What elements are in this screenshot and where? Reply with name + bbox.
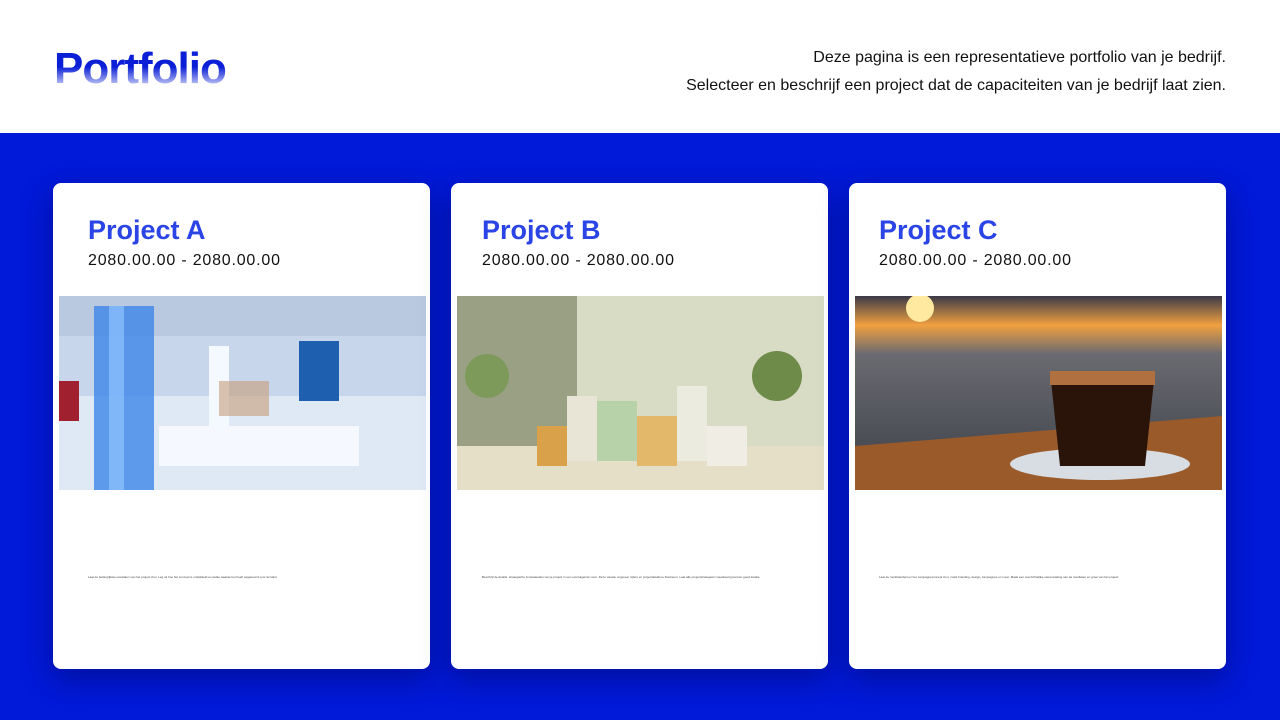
project-card-b[interactable]: Project B 2080.00.00 - 2080.00.00 Beschr… <box>451 183 828 669</box>
page-title: Portfolio <box>54 44 226 90</box>
project-date: 2080.00.00 - 2080.00.00 <box>482 252 675 269</box>
project-description: Beschrijf de details, strategische inzet… <box>482 575 761 579</box>
project-image-cosmetic-bottles <box>457 296 824 490</box>
project-date: 2080.00.00 - 2080.00.00 <box>88 252 281 269</box>
header: Portfolio Deze pagina is een representat… <box>0 0 1280 133</box>
intro-text: Deze pagina is een representatieve portf… <box>686 44 1226 100</box>
project-card-a[interactable]: Project A 2080.00.00 - 2080.00.00 Laat d… <box>53 183 430 669</box>
project-description: Laat de belangrijkste resultaten van het… <box>88 575 278 579</box>
project-card-c[interactable]: Project C 2080.00.00 - 2080.00.00 Laat d… <box>849 183 1226 669</box>
project-title: Project C <box>879 215 998 245</box>
intro-line-2: Selecteer en beschrijf een project dat d… <box>686 77 1226 94</box>
project-description: Laat de merkidentiteit en het campagneco… <box>879 575 1120 579</box>
project-title: Project A <box>88 215 206 245</box>
project-date: 2080.00.00 - 2080.00.00 <box>879 252 1072 269</box>
project-title: Project B <box>482 215 601 245</box>
project-image-coffee-sunset <box>855 296 1222 490</box>
project-image-retail-store <box>59 296 426 490</box>
intro-line-1: Deze pagina is een representatieve portf… <box>813 49 1226 66</box>
